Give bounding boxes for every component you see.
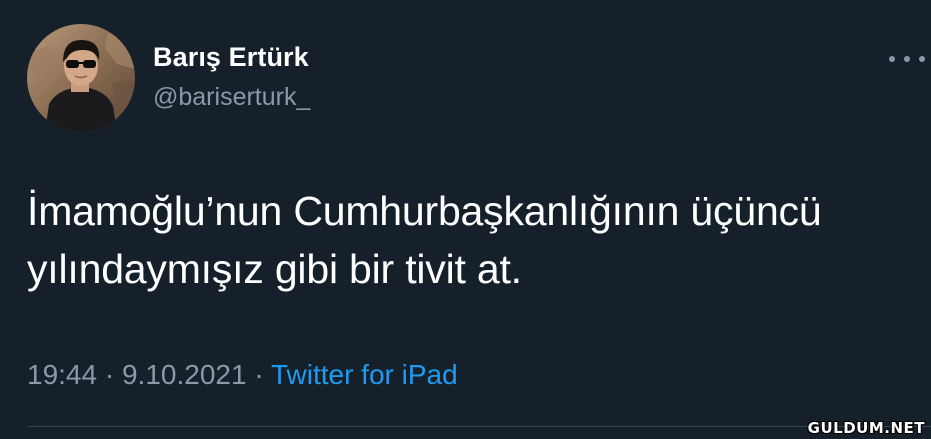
watermark: GULDUM.NET	[807, 419, 925, 437]
tweet-source-link[interactable]: Twitter for iPad	[271, 359, 458, 390]
more-horizontal-icon[interactable]	[889, 50, 925, 68]
tweet-card: Barış Ertürk @bariserturk_ İmamoğlu’nun …	[0, 0, 931, 439]
meta-separator: ·	[104, 359, 122, 390]
tweet-meta: 19:44 · 9.10.2021 · Twitter for iPad	[27, 357, 458, 393]
divider	[27, 426, 931, 427]
more-dot	[889, 56, 895, 62]
avatar[interactable]	[27, 24, 135, 132]
tweet-text: İmamoğlu’nun Cumhurbaşkanlığının üçüncü …	[27, 188, 822, 292]
avatar-photo	[27, 24, 135, 132]
user-handle[interactable]: @bariserturk_	[153, 82, 310, 112]
meta-separator: ·	[254, 359, 271, 390]
display-name[interactable]: Barış Ertürk	[153, 41, 309, 73]
tweet-date[interactable]: 9.10.2021	[122, 359, 247, 390]
more-dot	[919, 56, 925, 62]
more-dot	[904, 56, 910, 62]
tweet-time[interactable]: 19:44	[27, 359, 97, 390]
